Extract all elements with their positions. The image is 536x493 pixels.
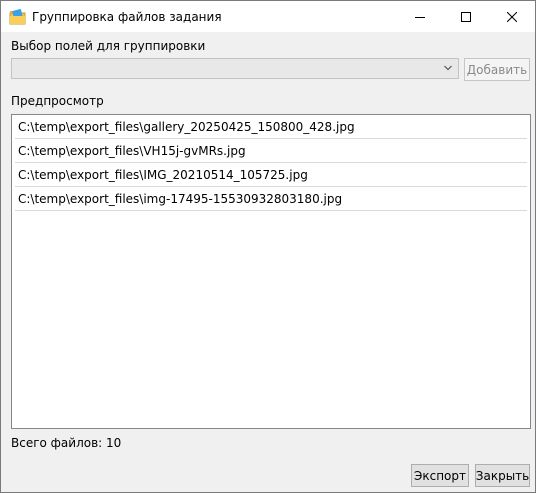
grouping-label: Выбор полей для группировки	[11, 39, 206, 53]
close-icon	[507, 11, 517, 22]
title-bar[interactable]: Группировка файлов задания	[1, 1, 535, 32]
close-button[interactable]: Закрыть	[475, 464, 530, 487]
list-item-text: C:\temp\export_files\IMG_20210514_105725…	[18, 168, 308, 182]
total-files-label: Всего файлов: 10	[11, 436, 122, 450]
preview-list[interactable]: C:\temp\export_files\gallery_20250425_15…	[11, 114, 531, 429]
folder-icon	[9, 8, 26, 25]
minimize-icon	[415, 16, 425, 18]
grouping-fields-combobox[interactable]	[11, 58, 459, 79]
minimize-button[interactable]	[397, 1, 443, 32]
list-item-text: C:\temp\export_files\VH15j-gvMRs.jpg	[18, 144, 246, 158]
maximize-button[interactable]	[443, 1, 489, 32]
maximize-icon	[461, 11, 471, 22]
add-button[interactable]: Добавить	[464, 58, 530, 81]
list-item[interactable]: C:\temp\export_files\img-17495-155309328…	[15, 187, 527, 211]
close-window-button[interactable]	[489, 1, 535, 32]
list-item[interactable]: C:\temp\export_files\VH15j-gvMRs.jpg	[15, 139, 527, 163]
list-item-text: C:\temp\export_files\img-17495-155309328…	[18, 192, 343, 206]
chevron-down-icon	[444, 65, 452, 71]
window-title: Группировка файлов задания	[32, 10, 222, 24]
preview-label: Предпросмотр	[11, 94, 104, 108]
dialog-window: Группировка файлов задания Выбор полей д…	[0, 0, 536, 493]
list-item[interactable]: C:\temp\export_files\IMG_20210514_105725…	[15, 163, 527, 187]
list-item-text: C:\temp\export_files\gallery_20250425_15…	[18, 120, 355, 134]
export-button[interactable]: Экспорт	[411, 464, 469, 487]
list-item[interactable]: C:\temp\export_files\gallery_20250425_15…	[15, 115, 527, 139]
